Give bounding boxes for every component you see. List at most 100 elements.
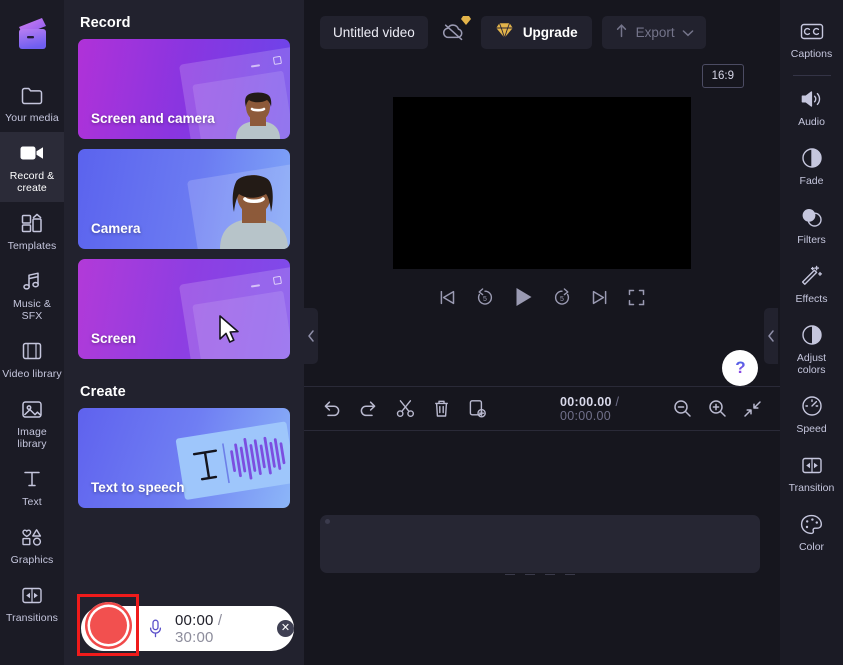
undo-button[interactable]: [322, 400, 341, 417]
sidebar-item-label: Image library: [2, 426, 62, 450]
screen-illustration: [179, 266, 290, 359]
fit-to-screen-button[interactable]: [743, 400, 762, 418]
cloud-sync-status-button[interactable]: [438, 16, 471, 49]
speaker-icon: [799, 87, 825, 111]
video-preview-stage: 5 5: [304, 94, 780, 340]
sidebar-item-label: Music & SFX: [2, 298, 62, 322]
panel-item-label: Effects: [796, 293, 828, 305]
skip-to-start-button[interactable]: [438, 288, 457, 307]
panel-item-speed[interactable]: Speed: [780, 385, 843, 444]
create-section-heading: Create: [78, 369, 290, 408]
film-strip-icon: [19, 339, 45, 363]
templates-icon: [19, 211, 45, 235]
image-icon: [19, 397, 45, 421]
sidebar-item-music-and-sfx[interactable]: Music & SFX: [0, 260, 64, 330]
export-label: Export: [636, 25, 675, 40]
fullscreen-button[interactable]: [627, 288, 646, 307]
sidebar-item-text[interactable]: Text: [0, 458, 64, 516]
timeline-track-placeholder[interactable]: [320, 515, 760, 573]
rewind-5-seconds-button[interactable]: 5: [475, 287, 495, 307]
upgrade-label: Upgrade: [523, 25, 578, 40]
card-text-to-speech[interactable]: Text to speech: [78, 408, 290, 508]
track-handle: [325, 519, 330, 524]
timeline-time-display: 00:00.00 / 00:00.00: [560, 395, 655, 423]
diamond-icon: [495, 22, 514, 42]
sidebar-item-transitions[interactable]: Transitions: [0, 574, 64, 632]
sidebar-item-label: Text: [22, 496, 42, 508]
sidebar-item-record-and-create[interactable]: Record & create: [0, 132, 64, 202]
upgrade-button[interactable]: Upgrade: [481, 16, 592, 49]
record-button-highlight: [77, 594, 139, 656]
top-toolbar: Untitled video Upgrade: [304, 0, 780, 64]
sidebar-item-label: Templates: [8, 240, 57, 252]
timeline-body[interactable]: [304, 430, 780, 665]
zoom-in-button[interactable]: [708, 399, 727, 418]
rail-divider: [793, 75, 831, 76]
chevron-left-icon: [767, 330, 775, 342]
sidebar-item-graphics[interactable]: Graphics: [0, 516, 64, 574]
help-area: ?: [304, 340, 780, 386]
clipchamp-logo: [8, 12, 56, 60]
closed-captions-icon: [799, 19, 825, 43]
help-button[interactable]: ?: [722, 350, 758, 386]
panel-item-audio[interactable]: Audio: [780, 78, 843, 137]
palette-icon: [799, 512, 825, 536]
right-properties-rail: Captions Audio Fade: [780, 0, 843, 665]
collapse-right-panel-button[interactable]: [764, 308, 778, 364]
sidebar-item-image-library[interactable]: Image library: [0, 388, 64, 458]
skip-to-end-button[interactable]: [590, 288, 609, 307]
redo-button[interactable]: [359, 400, 378, 417]
panel-item-label: Color: [799, 541, 824, 553]
zoom-out-button[interactable]: [673, 399, 692, 418]
export-button[interactable]: Export: [602, 16, 706, 49]
recording-elapsed: 00:00: [175, 612, 214, 629]
diamond-badge-icon: [460, 15, 472, 26]
sidebar-item-label: Your media: [5, 112, 59, 124]
svg-text:5: 5: [560, 296, 564, 303]
sidebar-item-templates[interactable]: Templates: [0, 202, 64, 260]
record-button[interactable]: [85, 602, 132, 649]
panel-item-filters[interactable]: Filters: [780, 196, 843, 255]
music-note-icon: [19, 269, 45, 293]
timeline-zoom-controls: [673, 399, 762, 418]
video-preview[interactable]: [393, 97, 691, 269]
microphone-icon[interactable]: [149, 619, 162, 638]
recording-separator: /: [218, 612, 222, 629]
chevron-down-icon: [682, 25, 694, 40]
video-camera-icon: [19, 141, 45, 165]
left-navigation-rail: Your media Record & create Templates: [0, 0, 64, 665]
card-screen[interactable]: Screen: [78, 259, 290, 359]
close-recording-button[interactable]: ✕: [277, 620, 294, 637]
panel-item-captions[interactable]: Captions: [780, 10, 843, 69]
editor-main-area: Untitled video Upgrade: [304, 0, 780, 665]
panel-item-effects[interactable]: Effects: [780, 255, 843, 314]
sidebar-item-video-library[interactable]: Video library: [0, 330, 64, 388]
project-title-input[interactable]: Untitled video: [320, 16, 428, 49]
svg-text:?: ?: [735, 358, 745, 377]
panel-item-transition[interactable]: Transition: [780, 444, 843, 503]
card-screen-and-camera[interactable]: Screen and camera: [78, 39, 290, 139]
panel-item-label: Transition: [789, 482, 835, 494]
delete-button[interactable]: [433, 399, 450, 418]
split-button[interactable]: [396, 399, 415, 418]
panel-item-label: Speed: [796, 423, 826, 435]
panel-item-adjust-colors[interactable]: Adjust colors: [780, 314, 843, 385]
filters-circles-icon: [799, 205, 825, 229]
panel-item-label: Captions: [791, 48, 832, 60]
text-t-icon: [19, 467, 45, 491]
recording-total: 30:00: [175, 629, 214, 646]
aspect-ratio-button[interactable]: 16:9: [702, 64, 744, 88]
magic-wand-icon: [799, 264, 825, 288]
card-camera[interactable]: Camera: [78, 149, 290, 249]
panel-item-fade[interactable]: Fade: [780, 137, 843, 196]
card-label: Text to speech: [91, 480, 185, 495]
fade-icon: [799, 146, 825, 170]
sidebar-item-your-media[interactable]: Your media: [0, 74, 64, 132]
play-button[interactable]: [513, 286, 534, 308]
forward-5-seconds-button[interactable]: 5: [552, 287, 572, 307]
panel-item-color[interactable]: Color: [780, 503, 843, 562]
collapse-left-panel-button[interactable]: [304, 308, 318, 364]
svg-text:5: 5: [483, 296, 487, 303]
aspect-ratio-row: 16:9: [304, 64, 780, 94]
duplicate-button[interactable]: [468, 399, 487, 418]
